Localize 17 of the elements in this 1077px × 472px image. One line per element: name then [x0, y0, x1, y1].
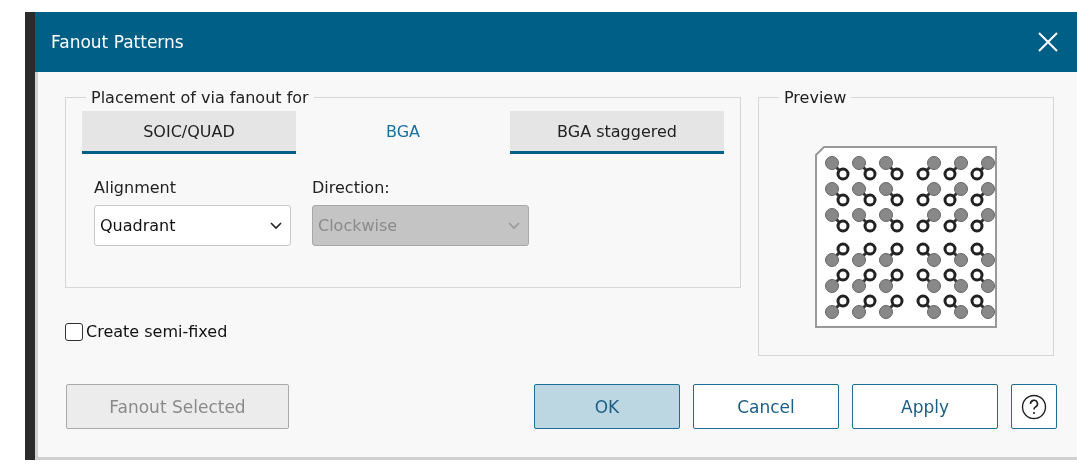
semi-fixed-checkbox[interactable]: Create semi-fixed [65, 322, 739, 341]
chevron-icon [508, 221, 520, 230]
tab[interactable]: BGA staggered [510, 111, 724, 154]
group-legend: Placement of via fanout for [86, 88, 314, 107]
tab[interactable]: SOIC/QUAD [82, 111, 296, 154]
dropdown[interactable]: Quadrant [94, 205, 291, 246]
chevron-icon [270, 221, 282, 230]
dialog-button[interactable]: Cancel [693, 384, 839, 429]
group-legend: Preview [779, 88, 852, 107]
window-title: Fanout Patterns [51, 32, 184, 52]
field-label: Direction: [312, 178, 391, 197]
tab[interactable]: BGA [296, 111, 510, 154]
close-icon[interactable] [1037, 31, 1059, 53]
dialog-button[interactable]: OK [534, 384, 680, 429]
help-icon[interactable] [1011, 384, 1057, 429]
field-label: Alignment [94, 178, 177, 197]
dialog-button[interactable]: Apply [852, 384, 998, 429]
